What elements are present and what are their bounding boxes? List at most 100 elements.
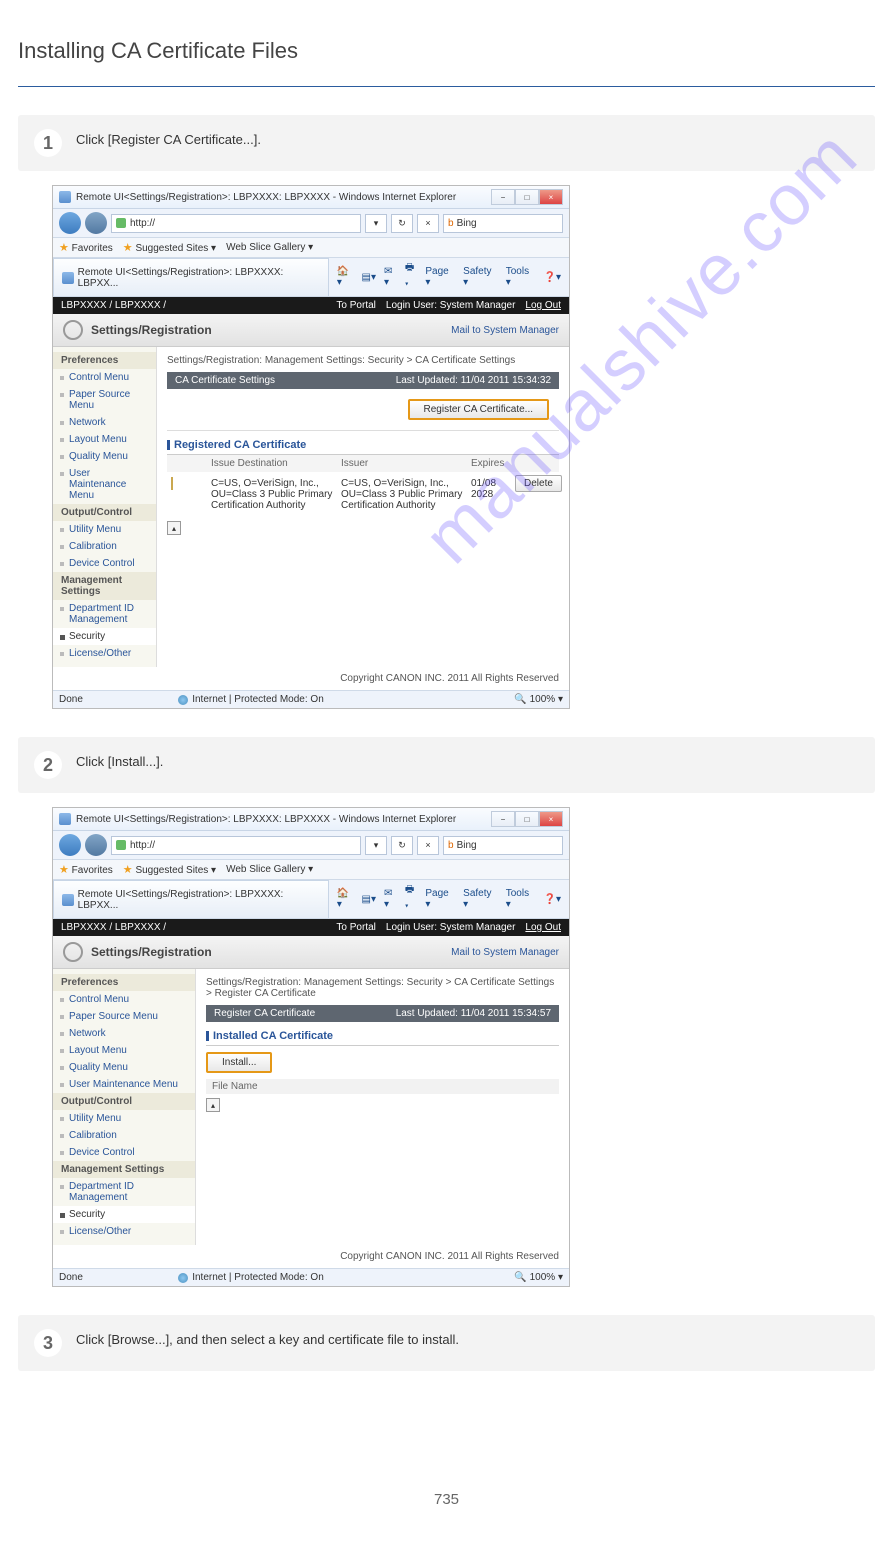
gear-icon — [63, 942, 83, 962]
logout-link[interactable]: Log Out — [525, 922, 561, 933]
webslice-link[interactable]: Web Slice Gallery ▾ — [226, 242, 313, 253]
settings-registration-title: Settings/Registration — [91, 945, 212, 959]
copyright: Copyright CANON INC. 2011 All Rights Res… — [53, 667, 569, 690]
sidebar-item-calibration[interactable]: Calibration — [53, 538, 156, 555]
sidebar-item-quality[interactable]: Quality Menu — [53, 448, 156, 465]
forward-button[interactable] — [85, 212, 107, 234]
sidebar-item-network[interactable]: Network — [53, 1025, 195, 1042]
status-done: Done — [59, 1272, 83, 1283]
browser-tab[interactable]: Remote UI<Settings/Registration>: LBPXXX… — [53, 880, 329, 918]
sidebar-item-device-control[interactable]: Device Control — [53, 555, 156, 572]
minimize-button[interactable]: − — [491, 189, 515, 205]
close-button[interactable]: × — [539, 811, 563, 827]
safety-menu[interactable]: Safety ▾ — [463, 888, 498, 910]
sidebar-item-security[interactable]: Security — [53, 1206, 195, 1223]
maximize-button[interactable]: □ — [515, 189, 539, 205]
maximize-button[interactable]: □ — [515, 811, 539, 827]
sidebar-item-utility[interactable]: Utility Menu — [53, 1110, 195, 1127]
address-bar: http:// ▾ ↻ × bBing — [53, 209, 569, 238]
install-button[interactable]: Install... — [206, 1052, 272, 1073]
sidebar-item-control-menu[interactable]: Control Menu — [53, 991, 195, 1008]
sidebar-item-security[interactable]: Security — [53, 628, 156, 645]
sidebar-item-utility[interactable]: Utility Menu — [53, 521, 156, 538]
print-icon[interactable]: 🖶▾ — [405, 882, 418, 916]
sidebar-item-dept-id[interactable]: Department ID Management — [53, 1178, 195, 1206]
sidebar-item-license[interactable]: License/Other — [53, 645, 156, 662]
favorites-label[interactable]: Favorites — [72, 865, 113, 876]
delete-button[interactable]: Delete — [515, 475, 562, 492]
page-top-icon[interactable]: ▴ — [167, 521, 181, 535]
forward-button[interactable] — [85, 834, 107, 856]
mail-to-system-manager-link[interactable]: Mail to System Manager — [451, 325, 559, 336]
mail-icon[interactable]: ✉▾ — [384, 888, 397, 910]
screenshot-1: manualshive.com Remote UI<Settings/Regis… — [52, 185, 570, 709]
section-header-registered: Registered CA Certificate — [167, 431, 559, 455]
sidebar-item-quality[interactable]: Quality Menu — [53, 1059, 195, 1076]
help-icon[interactable]: ❓▾ — [544, 894, 561, 905]
sidebar-item-user-maintenance[interactable]: User Maintenance Menu — [53, 465, 156, 504]
page-menu[interactable]: Page ▾ — [425, 888, 455, 910]
tools-menu[interactable]: Tools ▾ — [506, 266, 536, 288]
mail-to-system-manager-link[interactable]: Mail to System Manager — [451, 947, 559, 958]
step-3: 3 Click [Browse...], and then select a k… — [18, 1315, 875, 1371]
browser-tab[interactable]: Remote UI<Settings/Registration>: LBPXXX… — [53, 258, 329, 296]
sidebar-item-paper-source[interactable]: Paper Source Menu — [53, 1008, 195, 1025]
back-button[interactable] — [59, 834, 81, 856]
sidebar-item-dept-id[interactable]: Department ID Management — [53, 600, 156, 628]
home-icon[interactable]: 🏠▾ — [337, 266, 354, 288]
step-1: 1 Click [Register CA Certificate...]. — [18, 115, 875, 171]
to-portal-link[interactable]: To Portal — [336, 922, 375, 933]
search-input[interactable]: bBing — [443, 214, 563, 233]
search-input[interactable]: bBing — [443, 836, 563, 855]
feeds-icon[interactable]: ▤▾ — [362, 894, 376, 905]
register-ca-certificate-button[interactable]: Register CA Certificate... — [408, 399, 549, 420]
stop-button[interactable]: × — [417, 214, 439, 233]
back-button[interactable] — [59, 212, 81, 234]
sidebar-item-user-maintenance[interactable]: User Maintenance Menu — [53, 1076, 195, 1093]
sidebar-item-calibration[interactable]: Calibration — [53, 1127, 195, 1144]
step-1-text: Click [Register CA Certificate...]. — [76, 129, 261, 147]
safety-menu[interactable]: Safety ▾ — [463, 266, 498, 288]
sidebar-item-layout[interactable]: Layout Menu — [53, 431, 156, 448]
sidebar-item-network[interactable]: Network — [53, 414, 156, 431]
page-top-icon[interactable]: ▴ — [206, 1098, 220, 1112]
certificate-icon[interactable] — [171, 477, 173, 490]
sidebar-item-license[interactable]: License/Other — [53, 1223, 195, 1240]
protected-mode-label: Internet | Protected Mode: On — [192, 1272, 324, 1283]
webslice-link[interactable]: Web Slice Gallery ▾ — [226, 864, 313, 875]
sidebar-item-control-menu[interactable]: Control Menu — [53, 369, 156, 386]
favorites-label[interactable]: Favorites — [72, 243, 113, 254]
sidebar-item-layout[interactable]: Layout Menu — [53, 1042, 195, 1059]
help-icon[interactable]: ❓▾ — [544, 272, 561, 283]
print-icon[interactable]: 🖶▾ — [405, 260, 418, 294]
sidebar-item-device-control[interactable]: Device Control — [53, 1144, 195, 1161]
ie-icon — [59, 191, 71, 203]
zoom-control[interactable]: 🔍 100% ▾ — [514, 694, 563, 705]
logout-link[interactable]: Log Out — [525, 300, 561, 311]
compat-button[interactable]: ▾ — [365, 214, 387, 233]
tab-row: Remote UI<Settings/Registration>: LBPXXX… — [53, 258, 569, 297]
refresh-button[interactable]: ↻ — [391, 214, 413, 233]
device-bar: LBPXXXX / LBPXXXX / To Portal Login User… — [53, 919, 569, 936]
url-input[interactable]: http:// — [111, 214, 361, 233]
zoom-control[interactable]: 🔍 100% ▾ — [514, 1272, 563, 1283]
close-button[interactable]: × — [539, 189, 563, 205]
tab-icon — [62, 272, 74, 284]
to-portal-link[interactable]: To Portal — [336, 300, 375, 311]
suggested-sites-link[interactable]: Suggested Sites ▾ — [135, 865, 216, 876]
sidebar-header-output: Output/Control — [53, 1093, 195, 1110]
stop-button[interactable]: × — [417, 836, 439, 855]
minimize-button[interactable]: − — [491, 811, 515, 827]
tools-menu[interactable]: Tools ▾ — [506, 888, 536, 910]
compat-button[interactable]: ▾ — [365, 836, 387, 855]
feeds-icon[interactable]: ▤▾ — [362, 272, 376, 283]
login-user-label: Login User: System Manager — [386, 922, 516, 933]
suggested-sites-link[interactable]: Suggested Sites ▾ — [135, 243, 216, 254]
sidebar-item-paper-source[interactable]: Paper Source Menu — [53, 386, 156, 414]
page-menu[interactable]: Page ▾ — [425, 266, 455, 288]
page-icon — [116, 840, 126, 850]
mail-icon[interactable]: ✉▾ — [384, 266, 397, 288]
home-icon[interactable]: 🏠▾ — [337, 888, 354, 910]
refresh-button[interactable]: ↻ — [391, 836, 413, 855]
url-input[interactable]: http:// — [111, 836, 361, 855]
